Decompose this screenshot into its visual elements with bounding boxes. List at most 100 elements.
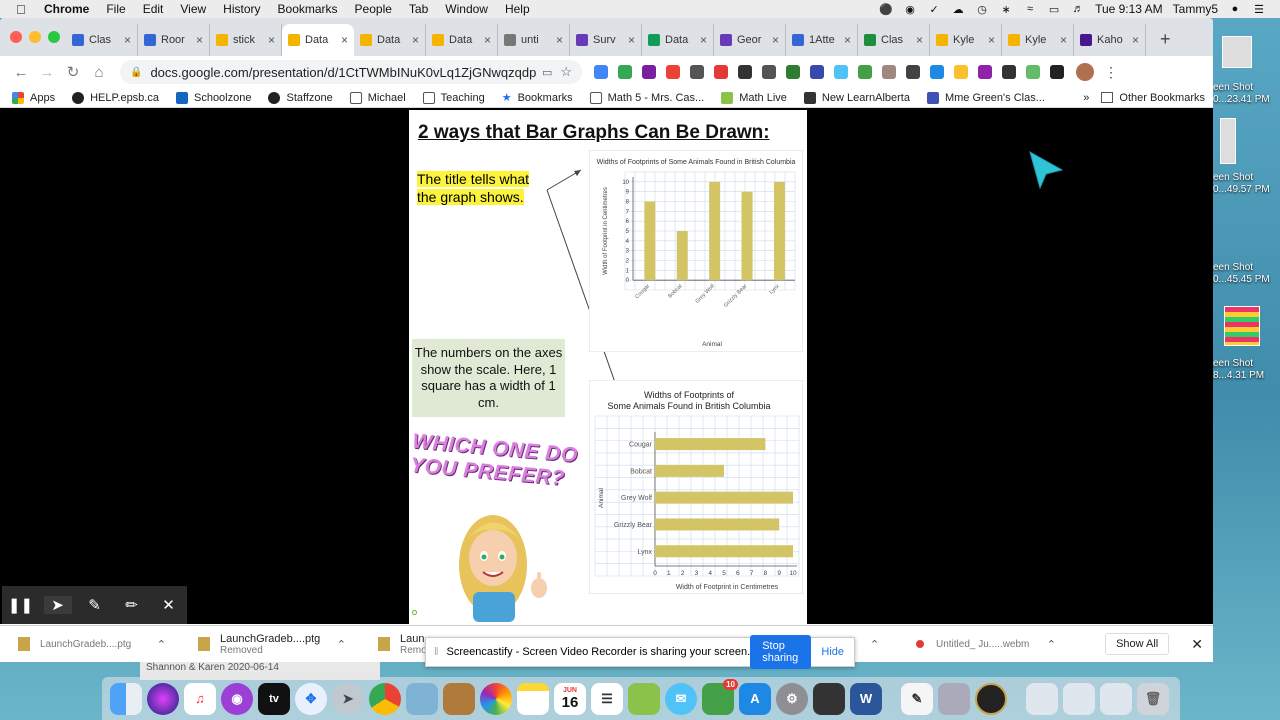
- close-window-button[interactable]: [10, 31, 22, 43]
- browser-tab[interactable]: 1Atte ×: [786, 24, 858, 56]
- menu-people[interactable]: People: [355, 2, 392, 16]
- messages-icon[interactable]: ✉: [665, 682, 697, 715]
- bookmark-math5[interactable]: Math 5 - Mrs. Cas...: [589, 91, 704, 104]
- forward-arrow-icon[interactable]: →: [34, 64, 60, 81]
- close-shelf-icon[interactable]: ✕: [1191, 636, 1203, 653]
- address-url[interactable]: docs.google.com/presentation/d/1CtTWMbIN…: [150, 65, 535, 80]
- volume-icon[interactable]: ♬: [1071, 3, 1085, 15]
- menu-edit[interactable]: Edit: [143, 2, 164, 16]
- extension-icon[interactable]: [738, 65, 752, 79]
- facetime-icon[interactable]: 10: [702, 678, 738, 715]
- chrome-dock-icon[interactable]: [369, 682, 401, 715]
- trash-icon[interactable]: 🗑: [1137, 682, 1169, 715]
- siri-icon[interactable]: ●: [1228, 3, 1242, 15]
- chevron-up-icon[interactable]: ⌃: [337, 638, 346, 651]
- bookmark-bookmarks[interactable]: ★ Bookmarks: [502, 91, 573, 105]
- browser-tab[interactable]: Surv ×: [570, 24, 642, 56]
- extension-icon[interactable]: [714, 65, 728, 79]
- minimize-window-button[interactable]: [29, 31, 41, 43]
- menu-tab[interactable]: Tab: [409, 2, 428, 16]
- bookmark-michael[interactable]: Michael: [349, 91, 406, 104]
- browser-tab[interactable]: Clas ×: [858, 24, 930, 56]
- bookmarks-overflow-button[interactable]: »: [1083, 92, 1089, 104]
- lock-icon[interactable]: 🔒: [130, 67, 142, 78]
- screencastify-icon[interactable]: ◉: [903, 3, 917, 16]
- extension-icon[interactable]: [1050, 65, 1064, 79]
- extension-icon[interactable]: [786, 65, 800, 79]
- word-icon[interactable]: W: [850, 682, 882, 715]
- tab-close-icon[interactable]: ×: [268, 33, 275, 47]
- extension-icon[interactable]: [906, 65, 920, 79]
- calendar-icon[interactable]: JUN 16: [554, 682, 586, 715]
- bookmark-teaching[interactable]: Teaching: [422, 91, 485, 104]
- microphone-icon[interactable]: ⚫: [879, 3, 893, 16]
- wifi-icon[interactable]: ≈: [1023, 3, 1037, 15]
- maximize-window-button[interactable]: [48, 31, 60, 43]
- menu-history[interactable]: History: [223, 2, 260, 16]
- menu-window[interactable]: Window: [445, 2, 488, 16]
- browser-tab[interactable]: unti ×: [498, 24, 570, 56]
- airplay-icon[interactable]: ▭: [1047, 3, 1061, 16]
- time-machine-icon[interactable]: ◷: [975, 3, 989, 16]
- bookmark-mme-green[interactable]: Mme Green's Clas...: [926, 91, 1045, 104]
- close-toolbar-icon[interactable]: ✕: [155, 596, 183, 614]
- desktop-file-label[interactable]: een Shot 0...49.57 PM: [1213, 172, 1280, 196]
- tab-close-icon[interactable]: ×: [988, 33, 995, 47]
- download-item[interactable]: LaunchGradeb....ptg ⌃: [0, 626, 180, 663]
- tab-close-icon[interactable]: ×: [628, 33, 635, 47]
- launchpad-icon[interactable]: ➤: [332, 682, 364, 715]
- back-arrow-icon[interactable]: ←: [8, 64, 34, 81]
- screen-recorder-icon[interactable]: [975, 682, 1007, 715]
- extension-icon[interactable]: [594, 65, 608, 79]
- preview-icon[interactable]: [406, 682, 438, 715]
- extension-icon[interactable]: [858, 65, 872, 79]
- tab-close-icon[interactable]: ×: [1132, 33, 1139, 47]
- browser-tab[interactable]: Geor ×: [714, 24, 786, 56]
- browser-tab[interactable]: Data ×: [426, 24, 498, 56]
- desktop-file-thumbnail[interactable]: [1220, 118, 1236, 164]
- browser-tab[interactable]: Data ×: [354, 24, 426, 56]
- notes-icon[interactable]: [517, 682, 549, 715]
- menu-user[interactable]: Tammy5: [1173, 2, 1218, 16]
- chevron-up-icon[interactable]: ⌃: [1047, 638, 1056, 651]
- extension-icon[interactable]: [978, 65, 992, 79]
- bookmark-learnalberta[interactable]: New LearnAlberta: [803, 91, 910, 104]
- podcasts-icon[interactable]: ◉: [221, 682, 253, 715]
- extension-icon[interactable]: [690, 65, 704, 79]
- tab-close-icon[interactable]: ×: [916, 33, 923, 47]
- browser-tab[interactable]: Kaho ×: [1074, 24, 1146, 56]
- bookmark-staffzone[interactable]: Staffzone: [268, 91, 333, 104]
- browser-tab[interactable]: Roor ×: [138, 24, 210, 56]
- tab-close-icon[interactable]: ×: [124, 33, 131, 47]
- extension-icon[interactable]: [882, 65, 896, 79]
- tab-close-icon[interactable]: ×: [196, 33, 203, 47]
- menu-bookmarks[interactable]: Bookmarks: [278, 2, 338, 16]
- other-bookmarks[interactable]: Other Bookmarks: [1119, 92, 1205, 104]
- chevron-up-icon[interactable]: ⌃: [870, 638, 879, 651]
- desktop-file-label[interactable]: een Shot 0...23.41 PM: [1213, 82, 1280, 106]
- extension-icon[interactable]: [810, 65, 824, 79]
- more-menu-icon[interactable]: ⋮: [1104, 64, 1118, 81]
- bluetooth-icon[interactable]: ∗: [999, 3, 1013, 16]
- notification-center-icon[interactable]: ☰: [1252, 3, 1266, 16]
- menu-help[interactable]: Help: [505, 2, 530, 16]
- desktop-stack-icon[interactable]: [1100, 682, 1132, 715]
- extension-icon[interactable]: [834, 65, 848, 79]
- show-all-button[interactable]: Show All: [1105, 633, 1170, 655]
- pause-icon[interactable]: ❚❚: [7, 596, 35, 614]
- new-tab-button[interactable]: +: [1160, 29, 1171, 50]
- extension-icon[interactable]: [642, 65, 656, 79]
- music-icon[interactable]: ♫: [184, 682, 216, 715]
- cursor-tool-icon[interactable]: ➤: [43, 596, 72, 614]
- pen-tool-icon[interactable]: ✎: [81, 596, 109, 614]
- bookmark-schoolzone[interactable]: Schoolzone: [175, 91, 251, 104]
- tab-close-icon[interactable]: ×: [412, 33, 419, 47]
- browser-tab[interactable]: stick ×: [210, 24, 282, 56]
- screenshot-app-icon[interactable]: [938, 682, 970, 715]
- reload-icon[interactable]: ↻: [60, 63, 86, 81]
- cast-icon[interactable]: ▭: [542, 66, 552, 79]
- desktop-file-label[interactable]: een Shot 0...45.45 PM: [1213, 262, 1280, 286]
- bookmark-help[interactable]: HELP.epsb.ca: [72, 91, 159, 104]
- apple-tv-icon[interactable]: tv: [258, 682, 290, 715]
- home-icon[interactable]: ⌂: [86, 64, 112, 81]
